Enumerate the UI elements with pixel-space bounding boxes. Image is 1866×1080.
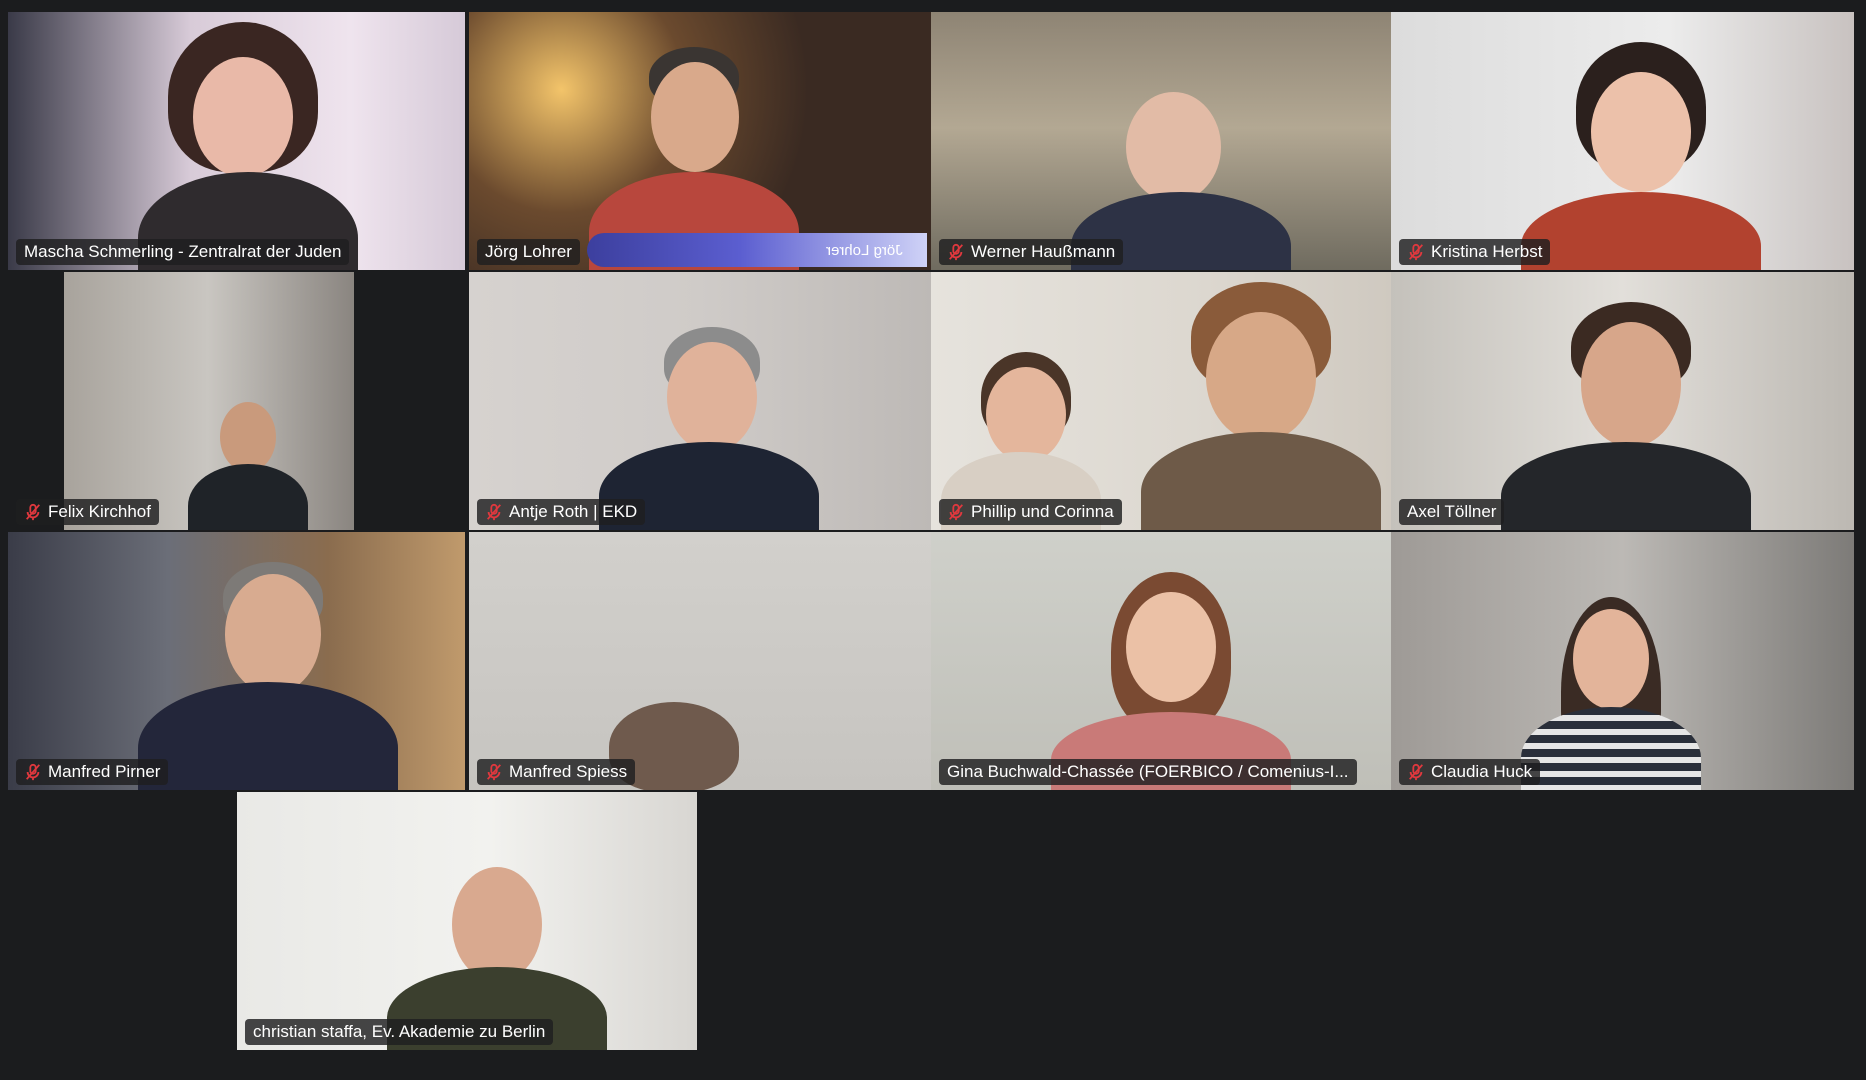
video-tile[interactable]: Manfred Spiess [469,532,931,790]
participant-name-label: Mascha Schmerling - Zentralrat der Juden [16,239,350,265]
microphone-muted-icon [487,763,501,781]
participant-avatar [1521,42,1761,270]
video-tile[interactable]: Kristina Herbst [1391,12,1854,270]
participant-name-label: Phillip und Corinna [939,499,1122,525]
video-tile[interactable]: Mascha Schmerling - Zentralrat der Juden [8,12,465,270]
microphone-muted-icon [1409,243,1423,261]
microphone-muted-icon [26,763,40,781]
participant-avatar [138,22,358,270]
video-tile[interactable]: Claudia Huck [1391,532,1854,790]
participant-name-label: Kristina Herbst [1399,239,1551,265]
participant-name-label: christian staffa, Ev. Akademie zu Berlin [245,1019,554,1045]
video-tile-active-speaker[interactable]: Jörg Lohrer Jörg Lohrer [469,12,931,270]
video-tile[interactable]: Axel Töllner [1391,272,1854,530]
participant-name-label: Manfred Spiess [477,759,636,785]
participant-name-label: Felix Kirchhof [16,499,159,525]
participant-name-label: Jörg Lohrer [477,239,580,265]
participant-name-label: Axel Töllner [1399,499,1505,525]
participant-avatar [188,402,308,530]
video-tile[interactable]: Phillip und Corinna [931,272,1391,530]
video-tile[interactable]: Gina Buchwald-Chassée (FOERBICO / Comeni… [931,532,1391,790]
video-tile[interactable]: Manfred Pirner [8,532,465,790]
participant-name-label: Antje Roth | EKD [477,499,646,525]
participant-name-label: Claudia Huck [1399,759,1541,785]
participant-name-label: Manfred Pirner [16,759,169,785]
participant-avatar [138,562,398,790]
microphone-muted-icon [1409,763,1423,781]
video-tile[interactable]: Antje Roth | EKD [469,272,931,530]
video-tile[interactable]: Werner Haußmann [931,12,1391,270]
participant-name-label: Gina Buchwald-Chassée (FOERBICO / Comeni… [939,759,1357,785]
microphone-muted-icon [487,503,501,521]
participant-avatar [1501,302,1751,530]
video-tile[interactable]: christian staffa, Ev. Akademie zu Berlin [237,792,697,1050]
participant-avatar [1051,572,1291,790]
microphone-muted-icon [949,503,963,521]
microphone-muted-icon [949,243,963,261]
microphone-muted-icon [26,503,40,521]
name-banner-overlay: Jörg Lohrer [587,233,927,267]
video-tile[interactable]: Felix Kirchhof [8,272,465,530]
participant-avatar [1141,282,1381,530]
participant-name-label: Werner Haußmann [939,239,1124,265]
